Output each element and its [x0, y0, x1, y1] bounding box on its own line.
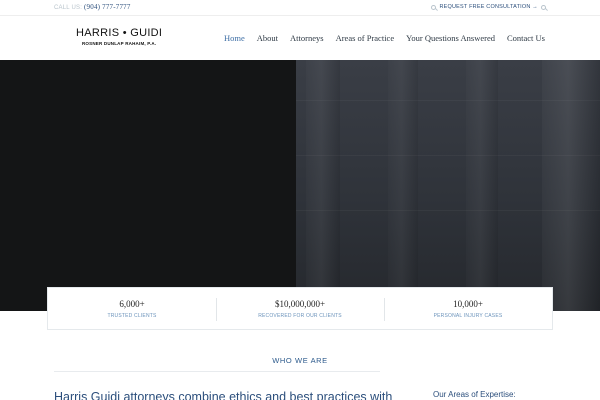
section-divider: [54, 371, 380, 372]
main-navigation: Home About Attorneys Areas of Practice Y…: [212, 33, 545, 43]
logo-sub-text: ROSNER DUNLAP RAHAIM, P.A.: [81, 41, 157, 46]
call-us: CALL US: (904) 777-7777: [54, 3, 131, 11]
logo-main-text: HARRIS • GUIDI: [76, 27, 163, 39]
call-us-label: CALL US:: [54, 5, 83, 11]
firm-logo[interactable]: HARRIS • GUIDI ROSNER DUNLAP RAHAIM, P.A…: [76, 27, 162, 46]
nav-areas-of-practice[interactable]: Areas of Practice: [336, 33, 395, 43]
stat-personal-injury-cases: 10,000+ PERSONAL INJURY CASES: [384, 288, 552, 329]
search-icon-left: [431, 4, 437, 10]
stat-caption: RECOVERED FOR OUR CLIENTS: [258, 313, 342, 319]
stat-caption: PERSONAL INJURY CASES: [433, 313, 503, 319]
stat-trusted-clients: 6,000+ TRUSTED CLIENTS: [48, 288, 216, 329]
consultation-group: REQUEST FREE CONSULTATION →: [431, 4, 546, 10]
areas-of-expertise-heading: Our Areas of Expertise:: [433, 390, 516, 399]
intro-text: Harris Guidi attorneys combine ethics an…: [54, 390, 393, 400]
who-we-are-heading: WHO WE ARE: [272, 356, 328, 365]
hero-columns-image: [296, 60, 600, 311]
stat-caption: TRUSTED CLIENTS: [107, 313, 157, 319]
phone-number-link[interactable]: (904) 777-7777: [84, 3, 131, 11]
site-header: HARRIS • GUIDI ROSNER DUNLAP RAHAIM, P.A…: [0, 16, 600, 60]
top-utility-bar: CALL US: (904) 777-7777 REQUEST FREE CON…: [0, 0, 600, 16]
search-icon[interactable]: [541, 4, 546, 10]
nav-attorneys[interactable]: Attorneys: [290, 33, 324, 43]
stats-bar: 6,000+ TRUSTED CLIENTS $10,000,000+ RECO…: [47, 287, 553, 330]
hero-dark-panel: [0, 60, 296, 311]
stat-recovered: $10,000,000+ RECOVERED FOR OUR CLIENTS: [216, 288, 384, 329]
nav-contact-us[interactable]: Contact Us: [507, 33, 545, 43]
hero-banner: [0, 60, 600, 311]
stat-value: 10,000+: [453, 299, 483, 309]
stat-value: $10,000,000+: [274, 299, 326, 309]
nav-about[interactable]: About: [257, 33, 278, 43]
stat-value: 6,000+: [119, 299, 145, 309]
nav-home[interactable]: Home: [224, 33, 245, 43]
request-consultation-link[interactable]: REQUEST FREE CONSULTATION →: [439, 4, 538, 10]
nav-your-questions-answered[interactable]: Your Questions Answered: [406, 33, 495, 43]
